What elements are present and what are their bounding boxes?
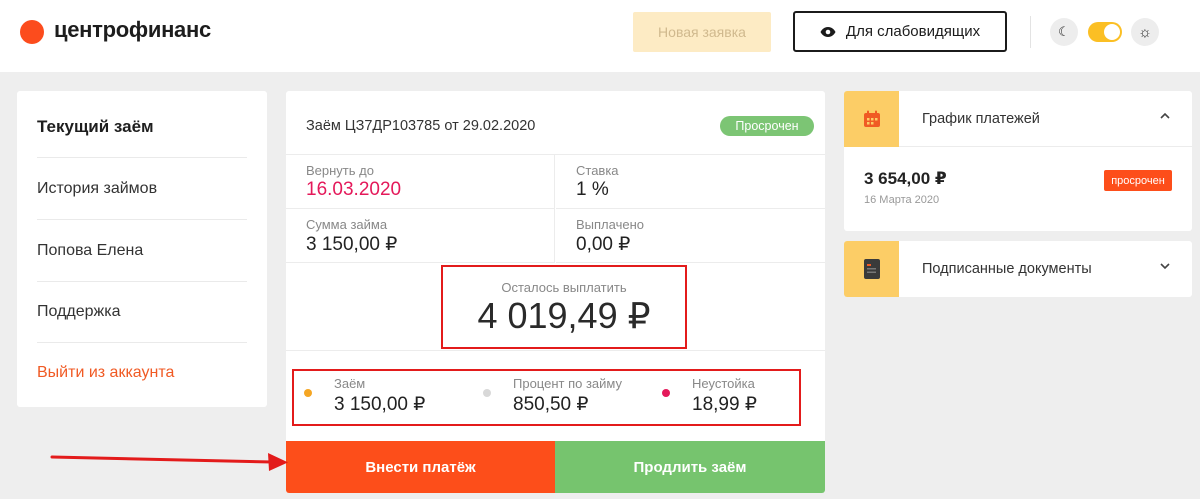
status-badge: Просрочен [720, 116, 814, 136]
signed-documents-title: Подписанные документы [922, 261, 1092, 277]
schedule-amount: 3 654,00 ₽ [864, 169, 947, 188]
repay-by-label: Вернуть до [306, 163, 374, 178]
document-icon [863, 259, 880, 279]
sidebar-item-current-loan[interactable]: Текущий заём [37, 96, 247, 158]
extend-loan-button[interactable]: Продлить заём [555, 441, 825, 493]
rate-value: 1 % [576, 179, 609, 200]
paid-cell: Выплачено 0,00 ₽ [556, 209, 825, 263]
header-divider [1030, 16, 1031, 48]
accessibility-button[interactable]: Для слабовидящих [793, 11, 1007, 52]
panel-icon-box [844, 241, 899, 297]
breakdown-value: 3 150,00 ₽ [334, 394, 426, 415]
signed-documents-panel[interactable]: Подписанные документы [844, 241, 1192, 297]
sidebar-item-profile[interactable]: Попова Елена [37, 220, 247, 282]
payment-schedule-header[interactable]: График платежей [844, 91, 1192, 147]
remaining-section: Осталось выплатить 4 019,49 ₽ [286, 263, 825, 351]
breakdown-highlight-box: Заём 3 150,00 ₽ Процент по займу 850,50 … [292, 369, 801, 426]
theme-toggle[interactable] [1088, 22, 1122, 42]
schedule-status-badge: просрочен [1104, 170, 1172, 191]
paid-label: Выплачено [576, 217, 644, 232]
breakdown-loan: Заём 3 150,00 ₽ [304, 371, 474, 424]
sidebar-item-support[interactable]: Поддержка [37, 281, 247, 343]
paid-value: 0,00 ₽ [576, 234, 631, 255]
eye-icon [820, 26, 836, 37]
schedule-date: 16 Марта 2020 [864, 194, 940, 206]
moon-icon[interactable]: ☾ [1050, 18, 1078, 46]
logo-icon[interactable] [20, 20, 44, 44]
toggle-knob [1104, 24, 1120, 40]
chevron-down-icon[interactable] [1159, 259, 1171, 275]
top-header: центрофинанс Новая заявка Для слабовидящ… [0, 0, 1200, 72]
rate-cell: Ставка 1 % [556, 155, 825, 209]
remaining-highlight-box: Осталось выплатить 4 019,49 ₽ [441, 265, 687, 349]
breakdown-value: 18,99 ₽ [692, 394, 757, 415]
remaining-label: Осталось выплатить [501, 280, 627, 295]
breakdown-value: 850,50 ₽ [513, 394, 589, 415]
current-loan-card: Заём ЦЗ7ДР103785 от 29.02.2020 Просрочен… [286, 91, 825, 493]
calendar-icon [863, 110, 880, 127]
new-application-button[interactable]: Новая заявка [633, 12, 771, 52]
accessibility-label: Для слабовидящих [845, 23, 981, 40]
sidebar-item-logout[interactable]: Выйти из аккаунта [37, 342, 247, 404]
breakdown-dot [483, 389, 491, 397]
breakdown-dot [662, 389, 670, 397]
amount-label: Сумма займа [306, 217, 388, 232]
remaining-value: 4 019,49 ₽ [477, 295, 651, 336]
loan-title: Заём ЦЗ7ДР103785 от 29.02.2020 [306, 118, 536, 134]
chevron-up-icon[interactable] [1159, 109, 1171, 125]
logo-text[interactable]: центрофинанс [54, 17, 211, 43]
breakdown-dot [304, 389, 312, 397]
panel-icon-box [844, 91, 899, 147]
sidebar-item-loan-history[interactable]: История займов [37, 158, 247, 220]
breakdown-label: Процент по займу [513, 376, 622, 391]
make-payment-button[interactable]: Внести платёж [286, 441, 555, 493]
annotation-arrow-icon [50, 453, 288, 471]
sidebar: Текущий заём История займов Попова Елена… [17, 91, 267, 407]
breakdown-label: Неустойка [692, 376, 755, 391]
breakdown-penalty: Неустойка 18,99 ₽ [662, 371, 797, 424]
loan-header: Заём ЦЗ7ДР103785 от 29.02.2020 Просрочен [286, 91, 825, 155]
amount-value: 3 150,00 ₽ [306, 234, 398, 255]
breakdown-interest: Процент по займу 850,50 ₽ [483, 371, 653, 424]
repay-by-value: 16.03.2020 [306, 179, 402, 200]
breakdown-label: Заём [334, 376, 366, 391]
payment-schedule-panel: График платежей 3 654,00 ₽ 16 Марта 2020… [844, 91, 1192, 231]
rate-label: Ставка [576, 163, 619, 178]
sun-icon[interactable]: ☼ [1131, 18, 1159, 46]
repay-by-cell: Вернуть до 16.03.2020 [286, 155, 555, 209]
amount-cell: Сумма займа 3 150,00 ₽ [286, 209, 555, 263]
payment-schedule-title: График платежей [922, 111, 1040, 127]
